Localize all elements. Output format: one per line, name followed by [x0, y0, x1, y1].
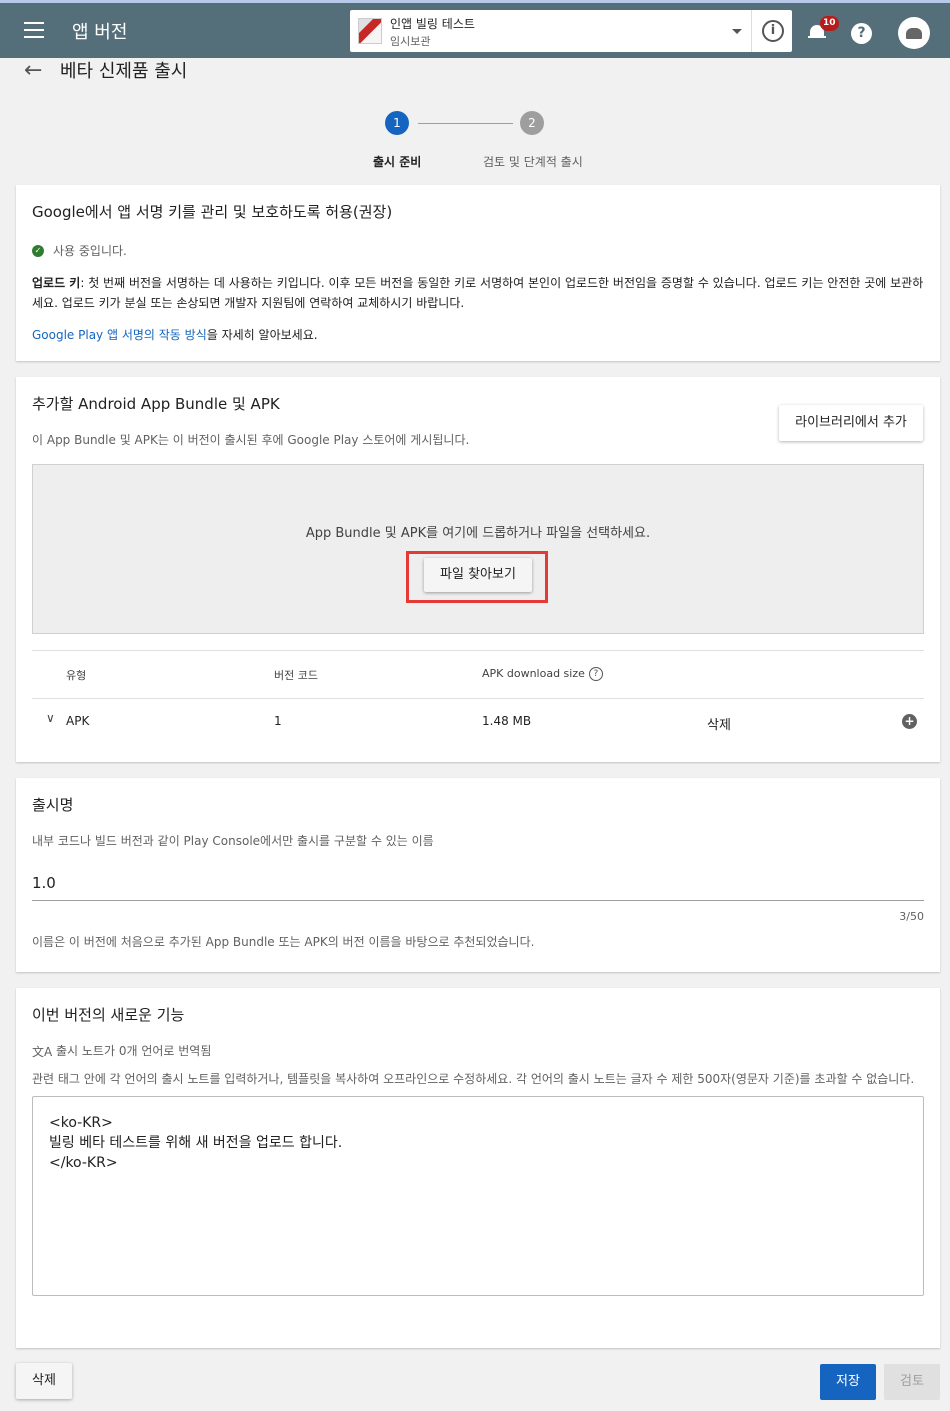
step-2-label: 검토 및 단계적 출시 [483, 155, 583, 169]
check-circle-icon: ✓ [32, 245, 44, 257]
learn-more-line: Google Play 앱 서명의 작동 방식을 자세히 알아보세요. [32, 326, 318, 343]
chevron-down-icon[interactable] [732, 29, 742, 34]
back-arrow-icon[interactable]: ← [24, 58, 42, 83]
release-name-input[interactable]: 1.0 [32, 874, 56, 892]
help-icon[interactable]: ? [851, 23, 872, 44]
table-divider [32, 698, 924, 699]
whats-new-card: 이번 버전의 새로운 기능 文A 출시 노트가 0개 언어로 번역됨 관련 태그… [16, 988, 940, 1348]
help-circle-icon[interactable]: ? [588, 667, 603, 681]
release-name-hint: 이름은 이 버전에 처음으로 추가된 App Bundle 또는 APK의 버전… [32, 935, 535, 949]
learn-more-suffix: 을 자세히 알아보세요. [206, 328, 318, 342]
bundles-card: 추가할 Android App Bundle 및 APK 이 App Bundl… [16, 377, 940, 762]
expand-chevron-icon[interactable]: ∨ [46, 711, 55, 725]
row-type: APK [66, 714, 90, 728]
row-version-code: 1 [274, 714, 282, 728]
step-connector [418, 123, 513, 124]
save-button[interactable]: 저장 [820, 1364, 876, 1400]
release-name-description: 내부 코드나 빌드 버전과 같이 Play Console에서만 출시를 구분할… [32, 834, 434, 848]
release-notes-textarea[interactable]: <ko-KR> 빌링 베타 테스트를 위해 새 버전을 업로드 합니다. </k… [32, 1096, 924, 1296]
whats-new-title: 이번 버전의 새로운 기능 [32, 1006, 185, 1024]
column-header-size: APK download size? [482, 667, 603, 681]
review-button[interactable]: 검토 [884, 1364, 940, 1400]
input-underline [32, 900, 924, 901]
step-1-label: 출시 준비 [373, 155, 422, 169]
info-icon[interactable]: i [762, 20, 784, 42]
row-size: 1.48 MB [482, 714, 532, 728]
notification-badge: 10 [820, 16, 839, 31]
add-from-library-button[interactable]: 라이브러리에서 추가 [779, 405, 923, 441]
column-header-version-code: 버전 코드 [274, 669, 318, 682]
app-signing-title: Google에서 앱 서명 키를 관리 및 보호하도록 허용(권장) [32, 203, 393, 221]
drop-zone-text: App Bundle 및 APK를 여기에 드롭하거나 파일을 선택하세요. [305, 526, 651, 541]
upload-key-description: 업로드 키: 첫 번째 버전을 서명하는 데 사용하는 키입니다. 이후 모든 … [32, 273, 924, 313]
delete-button[interactable]: 삭제 [16, 1363, 72, 1399]
app-signing-learn-link[interactable]: Google Play 앱 서명의 작동 방식 [32, 328, 207, 342]
account-avatar[interactable] [898, 17, 930, 49]
menu-icon[interactable] [24, 22, 44, 38]
add-circle-icon[interactable]: + [902, 714, 917, 729]
release-name-title: 출시명 [32, 796, 74, 814]
size-header-label: APK download size [482, 667, 585, 680]
step-1-indicator: 1 [385, 111, 409, 135]
upload-key-text: : 첫 번째 버전을 서명하는 데 사용하는 키입니다. 이후 모든 버전을 동… [32, 276, 924, 310]
top-app-bar: 앱 버전 인앱 빌링 테스트 임시보관 i 10 ? [0, 0, 950, 58]
app-name: 인앱 빌링 테스트 [390, 17, 475, 31]
browse-files-button[interactable]: 파일 찾아보기 [424, 558, 532, 592]
app-signing-card: Google에서 앱 서명 키를 관리 및 보호하도록 허용(권장) ✓ 사용 … [16, 185, 940, 361]
step-2-indicator: 2 [520, 111, 544, 135]
page-title: 베타 신제품 출시 [60, 61, 188, 82]
character-counter: 3/50 [899, 910, 924, 923]
release-name-card: 출시명 내부 코드나 빌드 버전과 같이 Play Console에서만 출시를… [16, 778, 940, 972]
android-icon [906, 28, 922, 39]
app-bar-title: 앱 버전 [72, 22, 128, 43]
app-status: 임시보관 [390, 35, 431, 48]
whats-new-description: 관련 태그 안에 각 언어의 출시 노트를 입력하거나, 템플릿을 복사하여 오… [32, 1072, 915, 1086]
row-delete-link[interactable]: 삭제 [707, 714, 731, 733]
divider [751, 10, 752, 52]
bundles-title: 추가할 Android App Bundle 및 APK [32, 395, 280, 413]
signing-status: 사용 중입니다. [53, 244, 127, 258]
table-divider [32, 650, 924, 651]
app-thumbnail-icon [358, 18, 382, 44]
translation-status: 출시 노트가 0개 언어로 번역됨 [56, 1044, 212, 1058]
column-header-type: 유형 [66, 669, 87, 682]
file-drop-zone[interactable]: App Bundle 및 APK를 여기에 드롭하거나 파일을 선택하세요. 파… [32, 464, 924, 634]
translate-icon: 文A [32, 1045, 53, 1059]
app-selector[interactable]: 인앱 빌링 테스트 임시보관 i [350, 10, 792, 52]
upload-key-label: 업로드 키 [32, 276, 81, 290]
bundles-description: 이 App Bundle 및 APK는 이 버전이 출시된 후에 Google … [32, 433, 470, 447]
